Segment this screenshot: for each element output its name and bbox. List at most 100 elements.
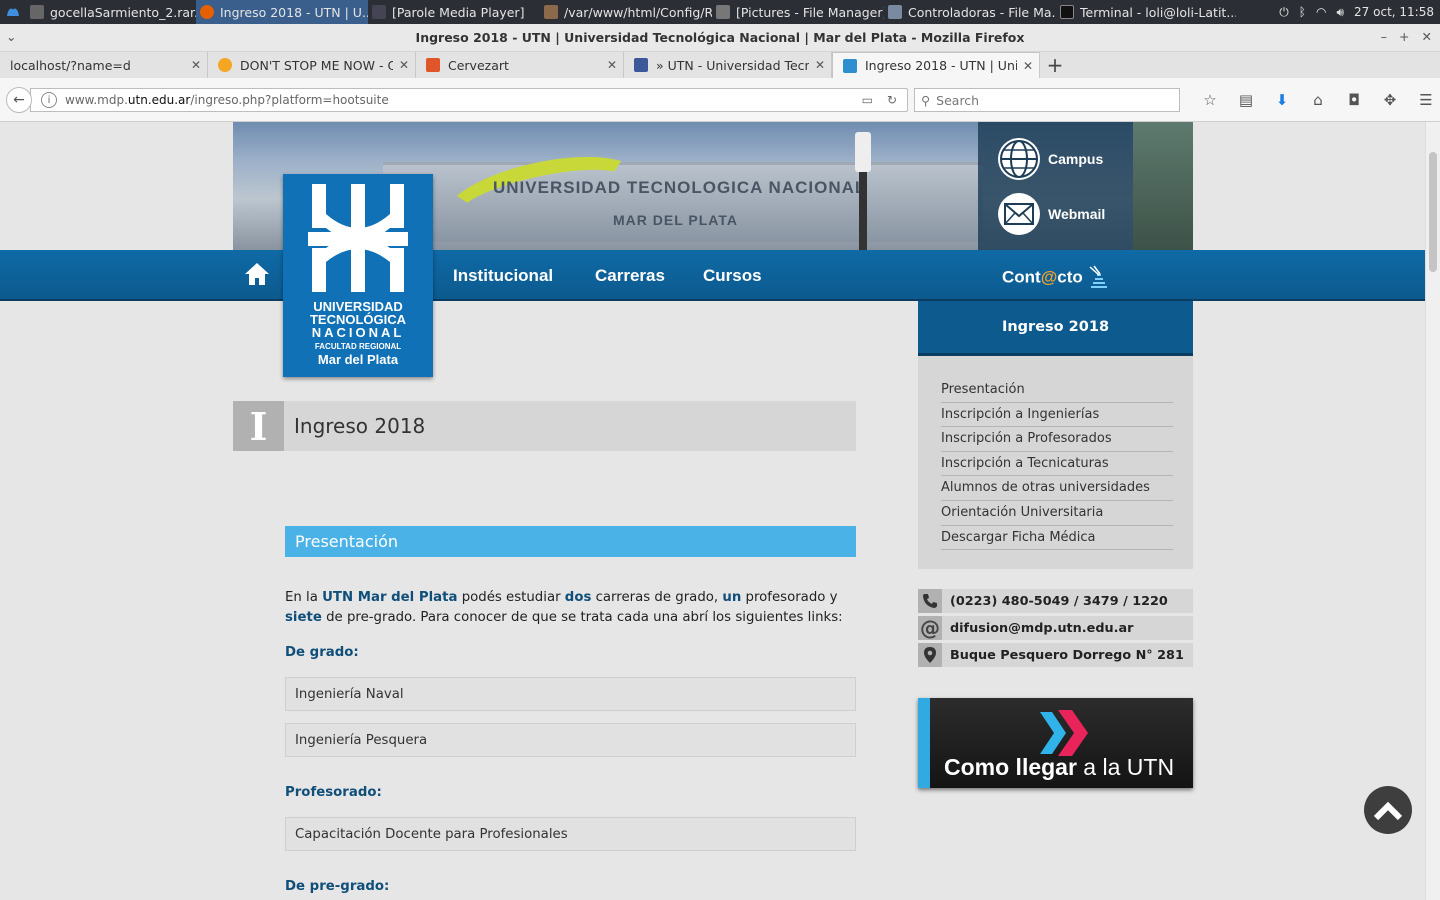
app-menu-icon[interactable]: [0, 0, 26, 24]
contact-text-2: cto: [1057, 267, 1083, 287]
close-tab-icon[interactable]: ✕: [399, 58, 409, 72]
close-window-icon[interactable]: ✕: [1422, 29, 1432, 44]
globe-icon: [998, 138, 1040, 180]
sidebar-item-presentacion[interactable]: Presentación: [941, 378, 1173, 403]
map-pin-icon: [918, 643, 942, 667]
close-tab-icon[interactable]: ✕: [607, 58, 617, 72]
search-icon: ⚲: [921, 92, 931, 108]
phone-icon: [918, 589, 942, 613]
bookmark-star-icon[interactable]: ☆: [1192, 88, 1228, 112]
task-archive[interactable]: gocellaSarmiento_2.rar...: [26, 0, 196, 24]
webmail-link[interactable]: Webmail: [998, 193, 1105, 235]
home-icon[interactable]: [244, 262, 270, 288]
back-to-top-button[interactable]: [1364, 786, 1412, 834]
minimize-icon[interactable]: –: [1381, 29, 1387, 44]
signal-icon: [1089, 265, 1107, 288]
utn-logo[interactable]: UNIVERSIDAD TECNOLÓGICA NACIONAL FACULTA…: [283, 174, 433, 377]
close-tab-icon[interactable]: ✕: [1023, 59, 1033, 73]
como-llegar-text: Como llegar a la UTN: [944, 754, 1174, 781]
media-player-icon: [372, 5, 386, 19]
search-input[interactable]: ⚲ Search: [914, 88, 1180, 112]
nav-institucional[interactable]: Institucional: [453, 266, 553, 286]
firefox-icon: [218, 58, 232, 72]
email-address[interactable]: difusion@mdp.utn.edu.ar: [950, 621, 1133, 636]
contact-address: Buque Pesquero Dorrego N° 281: [918, 643, 1193, 667]
firefox-icon: [200, 5, 214, 19]
task-pictures[interactable]: [Pictures - File Manager]: [712, 0, 884, 24]
home-icon[interactable]: ⌂: [1300, 88, 1336, 112]
building-sign: UNIVERSIDAD TECNOLOGICA NACIONAL: [493, 178, 867, 197]
sidebar-item-otras-universidades[interactable]: Alumnos de otras universidades: [941, 476, 1173, 501]
tab-dont-stop-me-now[interactable]: DON'T STOP ME NOW - Que ✕: [208, 52, 416, 78]
task-terminal[interactable]: Terminal - loli@loli-Latit...: [1056, 0, 1236, 24]
url-bar[interactable]: i www.mdp. utn.edu.ar/ingreso.php?platfor…: [30, 88, 908, 112]
sidebar-item-inscripcion-tecnicaturas[interactable]: Inscripción a Tecnicaturas: [941, 452, 1173, 477]
building-sign-2: MAR DEL PLATA: [613, 212, 738, 228]
nav-carreras[interactable]: Carreras: [595, 266, 665, 286]
campus-link[interactable]: Campus: [998, 138, 1103, 180]
nav-cursos[interactable]: Cursos: [703, 266, 762, 286]
task-parole[interactable]: [Parole Media Player]: [368, 0, 540, 24]
window-title: Ingreso 2018 - UTN | Universidad Tecnoló…: [415, 30, 1025, 45]
window-menu-icon[interactable]: ⌄: [6, 29, 16, 44]
career-link-ingenieria-pesquera[interactable]: Ingeniería Pesquera: [285, 723, 856, 757]
wifi-icon[interactable]: ◠: [1316, 5, 1326, 19]
logo-line-4: FACULTAD REGIONAL: [314, 342, 402, 351]
task-label: Ingreso 2018 - UTN | U...: [220, 4, 368, 20]
library-icon[interactable]: ▤: [1228, 88, 1264, 112]
tab-utn-facebook[interactable]: » UTN - Universidad Tecnol ✕: [624, 52, 832, 78]
tab-strip: localhost/?name=d ✕ DON'T STOP ME NOW - …: [0, 52, 1440, 78]
tab-label: localhost/?name=d: [10, 57, 131, 73]
power-icon[interactable]: ⏻: [1279, 5, 1289, 20]
clock[interactable]: 27 oct, 11:58: [1354, 5, 1434, 19]
close-tab-icon[interactable]: ✕: [815, 58, 825, 72]
system-tray: ⏻ ᛒ ◠ 🔊︎ 27 oct, 11:58: [1279, 5, 1440, 20]
page-scrollbar[interactable]: [1425, 122, 1440, 900]
sidebar-item-inscripcion-profesorados[interactable]: Inscripción a Profesorados: [941, 427, 1173, 452]
pocket-icon[interactable]: ◘: [1336, 88, 1372, 112]
career-link-capacitacion-docente[interactable]: Capacitación Docente para Profesionales: [285, 817, 856, 851]
new-tab-button[interactable]: +: [1040, 52, 1070, 78]
chevron-up-icon: [1373, 801, 1403, 821]
campus-label: Campus: [1048, 151, 1104, 167]
sidebar-item-ficha-medica[interactable]: Descargar Ficha Médica: [941, 526, 1173, 551]
nav-contacto[interactable]: Cont@cto: [1002, 265, 1110, 291]
task-firefox[interactable]: Ingreso 2018 - UTN | U...: [196, 0, 368, 24]
tab-ingreso-2018[interactable]: Ingreso 2018 - UTN | Unive ✕: [832, 52, 1040, 78]
extension-icon[interactable]: ✥: [1372, 88, 1408, 112]
street-address: Buque Pesquero Dorrego N° 281: [950, 647, 1184, 663]
maximize-icon[interactable]: +: [1399, 29, 1409, 44]
tab-label: DON'T STOP ME NOW - Que: [240, 57, 393, 73]
logo-line-3: NACIONAL: [311, 325, 405, 340]
search-placeholder: Search: [936, 92, 980, 108]
reader-view-icon[interactable]: ▭: [862, 93, 873, 107]
sidebar-menu: Presentación Inscripción a Ingenierías I…: [918, 356, 1193, 569]
utn-emblem-icon: [308, 184, 408, 292]
task-editor[interactable]: /var/www/html/Config/R...: [540, 0, 712, 24]
bluetooth-icon[interactable]: ᛒ: [1299, 5, 1306, 19]
downloads-icon[interactable]: ⬇: [1264, 88, 1300, 112]
pregrado-heading: De pre-grado:: [285, 879, 390, 894]
sidebar-item-orientacion[interactable]: Orientación Universitaria: [941, 501, 1173, 526]
close-tab-icon[interactable]: ✕: [191, 58, 201, 72]
hamburger-menu-icon[interactable]: ☰: [1408, 88, 1440, 112]
window-titlebar: ⌄ Ingreso 2018 - UTN | Universidad Tecno…: [0, 24, 1440, 52]
task-label: /var/www/html/Config/R...: [564, 4, 712, 20]
sidebar-item-inscripcion-ingenierias[interactable]: Inscripción a Ingenierías: [941, 403, 1173, 428]
volume-icon[interactable]: 🔊︎: [1336, 5, 1344, 20]
tab-label: » UTN - Universidad Tecnol: [656, 57, 809, 73]
trees-photo: [1133, 122, 1193, 250]
reload-icon[interactable]: ↻: [887, 93, 897, 107]
contact-text-1: Cont: [1002, 267, 1041, 287]
como-rest: a la UTN: [1076, 754, 1175, 780]
scrollbar-thumb[interactable]: [1429, 152, 1437, 272]
tab-cervezart[interactable]: Cervezart ✕: [416, 52, 624, 78]
task-controladoras[interactable]: Controladoras - File Ma...: [884, 0, 1056, 24]
site-info-icon[interactable]: i: [41, 92, 57, 108]
task-label: Controladoras - File Ma...: [908, 4, 1056, 20]
como-llegar-banner[interactable]: Como llegar a la UTN: [918, 698, 1193, 788]
tab-localhost[interactable]: localhost/?name=d ✕: [0, 52, 208, 78]
career-link-ingenieria-naval[interactable]: Ingeniería Naval: [285, 677, 856, 711]
utn-icon: [843, 58, 857, 73]
back-button[interactable]: ←: [6, 87, 32, 113]
